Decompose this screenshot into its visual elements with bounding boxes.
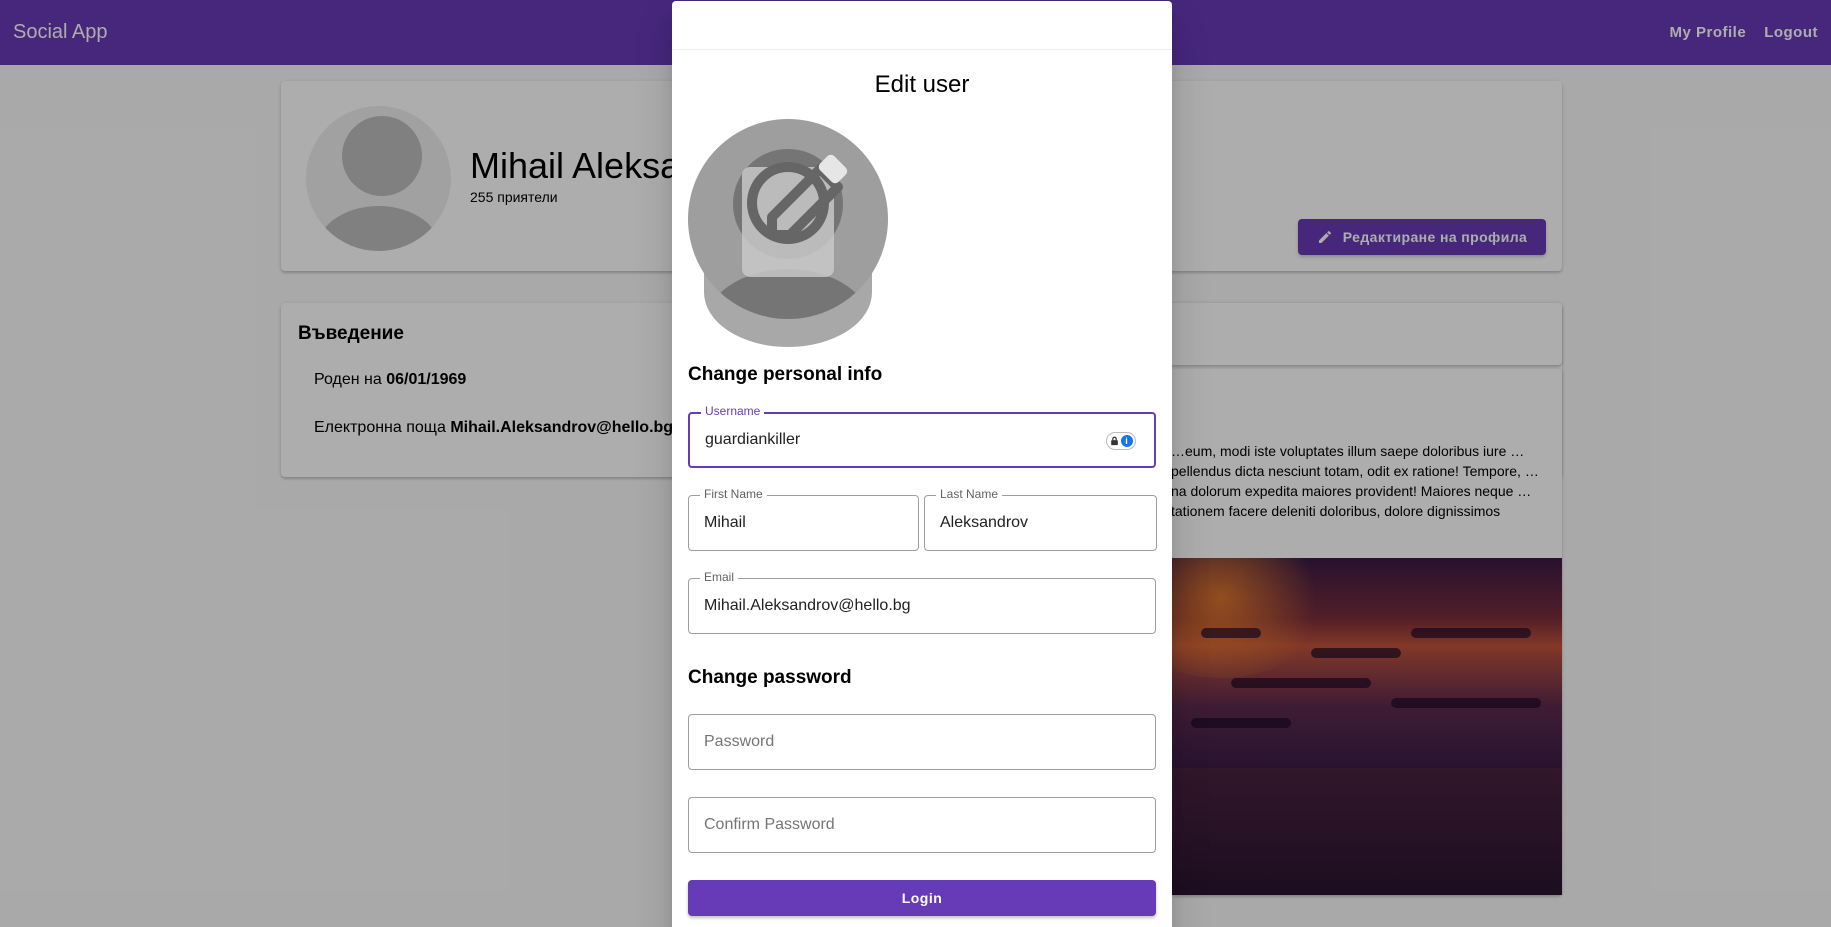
edit-user-dialog: Edit user Change personal info Username … [672, 1, 1172, 927]
confirm-password-field[interactable] [688, 797, 1156, 853]
first-name-field[interactable]: First Name [688, 487, 919, 551]
email-input[interactable] [704, 579, 1140, 633]
avatar-upload[interactable] [688, 119, 888, 349]
password-field[interactable] [688, 714, 1156, 770]
password-manager-badge[interactable]: i [1106, 432, 1136, 450]
password-input[interactable] [704, 715, 1140, 769]
first-name-input[interactable] [704, 496, 903, 550]
dialog-divider [672, 49, 1172, 50]
change-password-heading: Change password [688, 667, 852, 688]
lock-icon [1110, 436, 1118, 446]
edit-icon[interactable] [728, 139, 848, 279]
email-field[interactable]: Email [688, 570, 1156, 634]
last-name-input[interactable] [940, 496, 1141, 550]
login-button[interactable]: Login [688, 880, 1156, 916]
info-icon: i [1120, 435, 1133, 447]
dialog-title: Edit user [874, 71, 970, 98]
username-field[interactable]: Username i [688, 404, 1156, 468]
username-input[interactable] [705, 414, 1139, 466]
personal-info-heading: Change personal info [688, 364, 883, 385]
last-name-field[interactable]: Last Name [924, 487, 1157, 551]
confirm-password-input[interactable] [704, 798, 1140, 852]
